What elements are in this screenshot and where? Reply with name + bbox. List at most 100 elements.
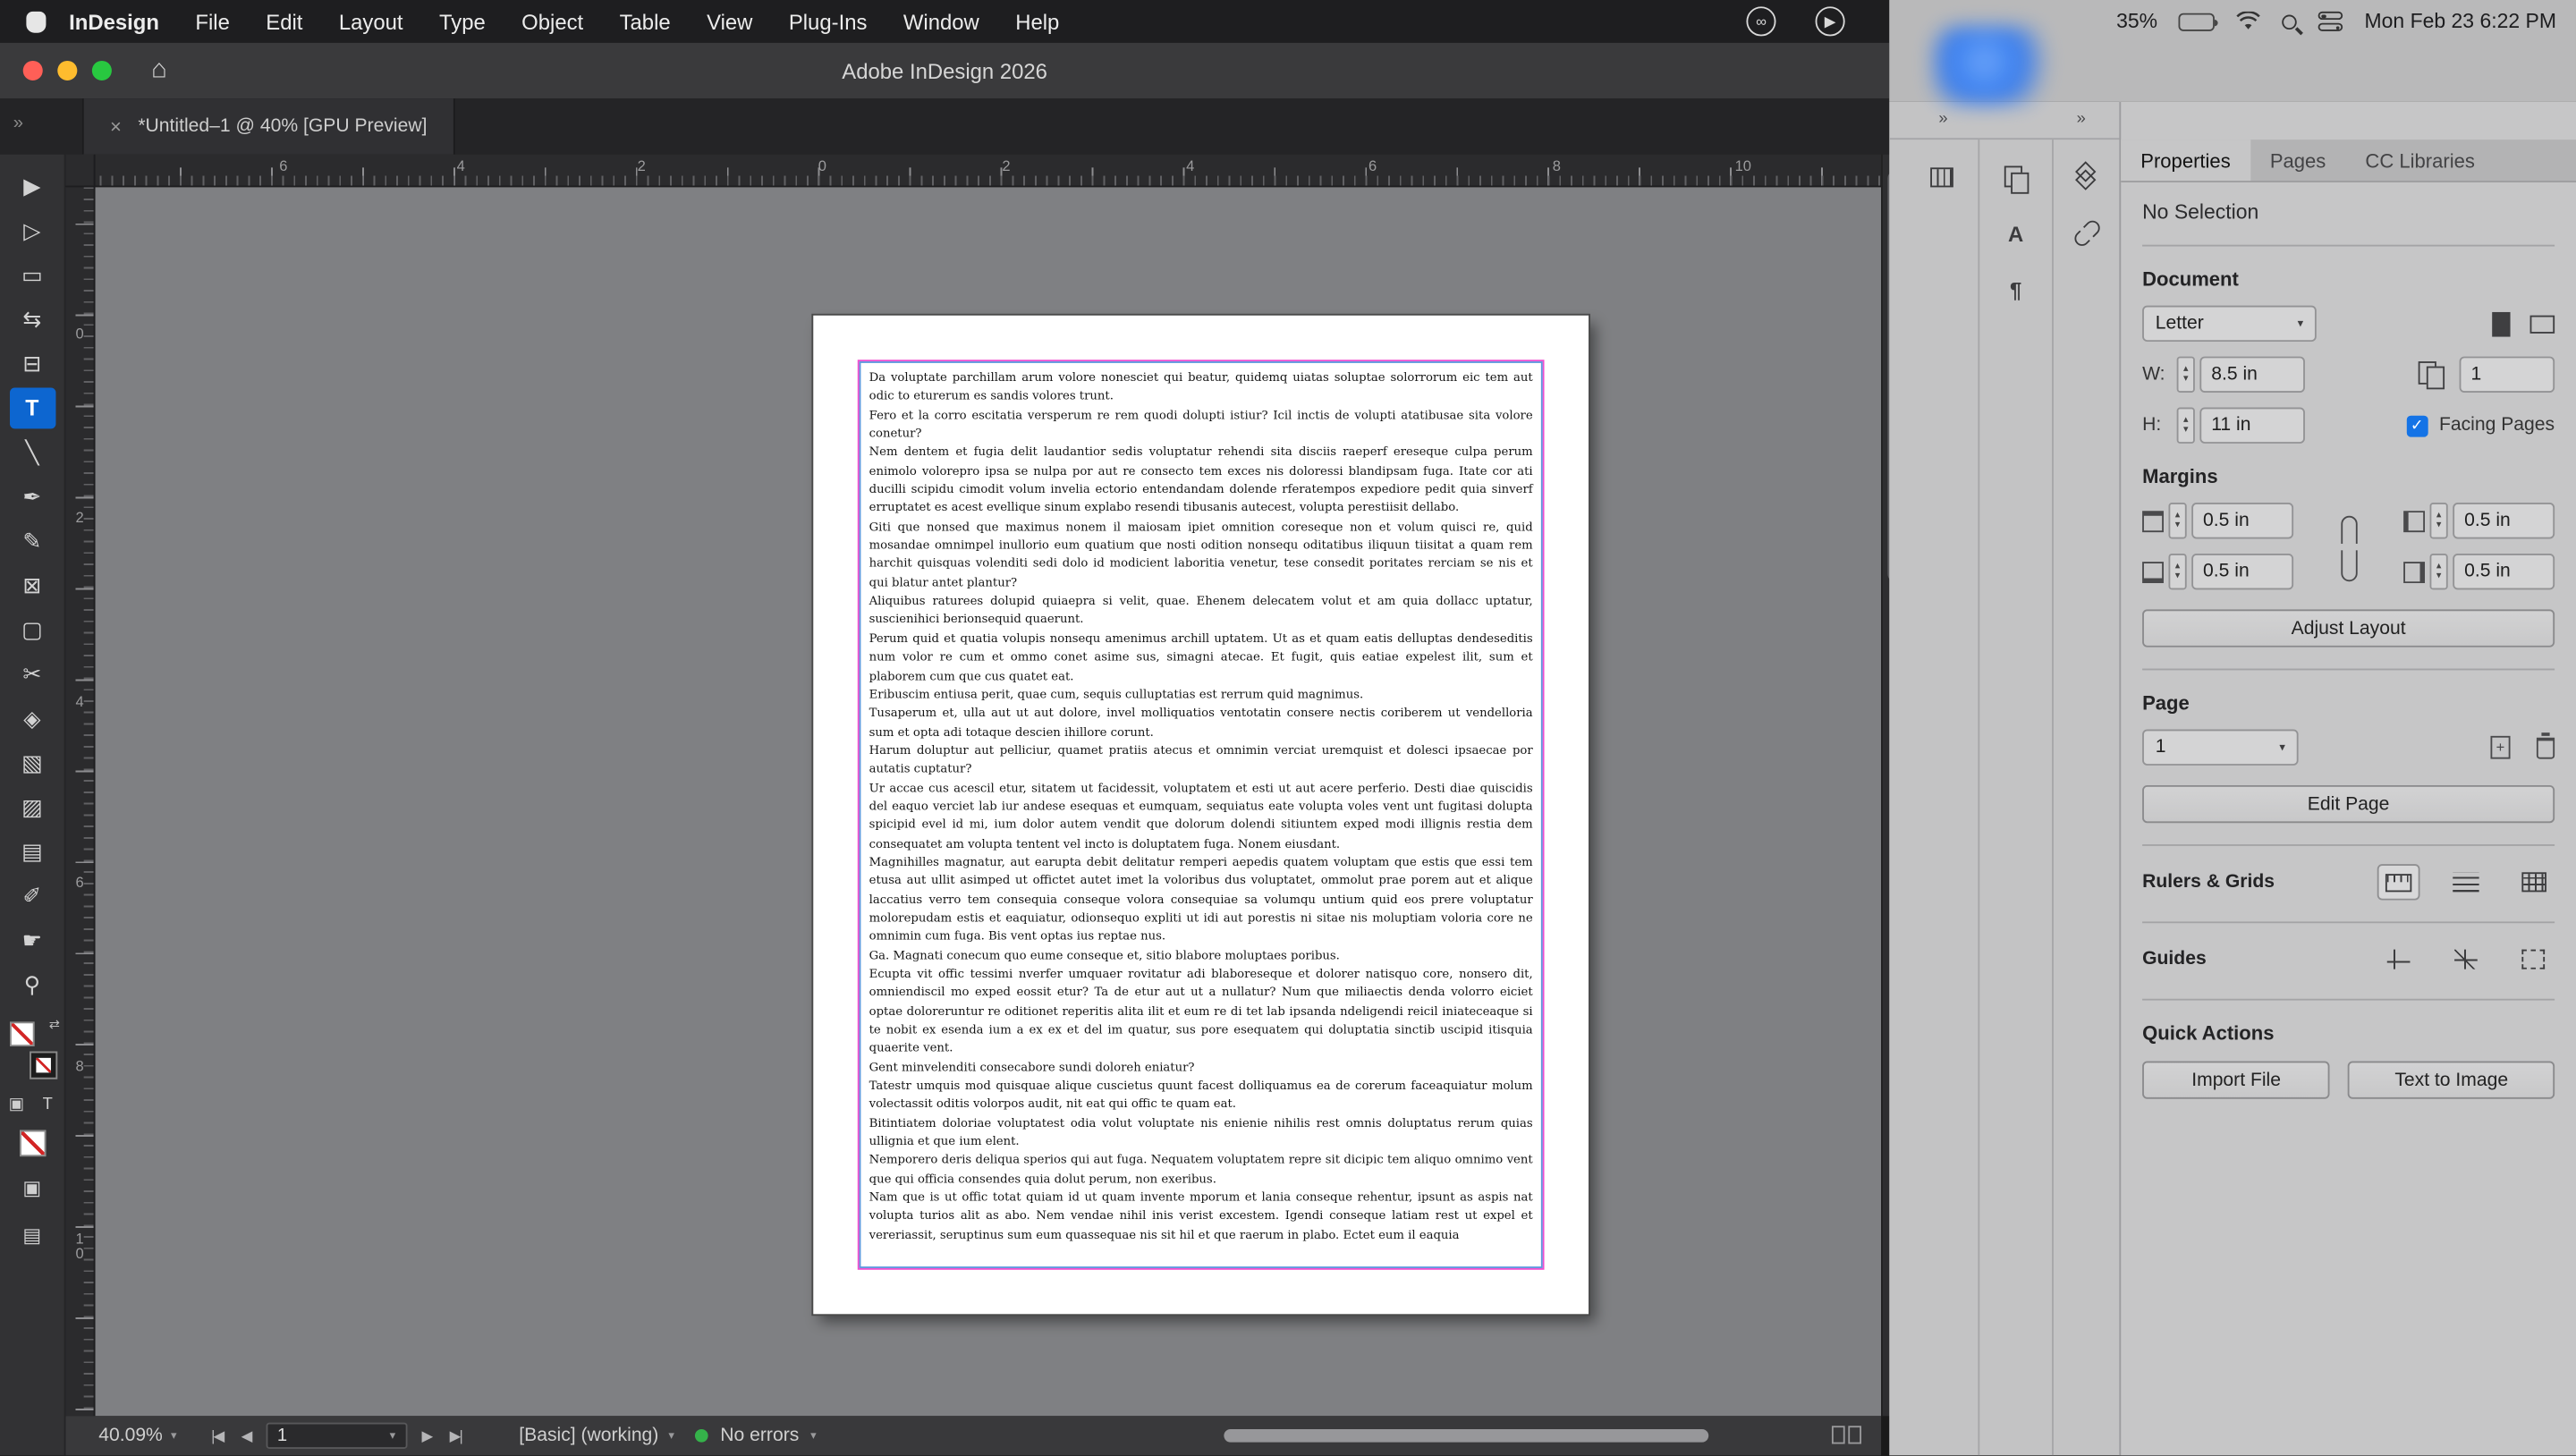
- margin-right-input[interactable]: 0.5 in: [2453, 553, 2555, 590]
- edit-page-button[interactable]: Edit Page: [2142, 784, 2555, 824]
- pen-tool[interactable]: ✒: [9, 477, 55, 518]
- screen-mode-button[interactable]: ▣: [14, 1172, 50, 1205]
- first-page-button[interactable]: |◀: [211, 1426, 225, 1444]
- selection-tool[interactable]: ▶: [9, 166, 55, 207]
- height-stepper[interactable]: ▴ ▾: [2176, 407, 2195, 444]
- margin-left-input[interactable]: 0.5 in: [2453, 503, 2555, 539]
- menu-layout[interactable]: Layout: [321, 9, 421, 34]
- eyedropper-tool[interactable]: ✐: [9, 876, 55, 917]
- direct-selection-tool[interactable]: ▷: [9, 210, 55, 251]
- home-icon[interactable]: ⌂: [151, 55, 167, 85]
- width-input[interactable]: 8.5 in: [2199, 356, 2305, 393]
- margin-bottom-stepper[interactable]: ▴ ▾: [2168, 553, 2187, 590]
- stroke-color-proxy[interactable]: [29, 1051, 57, 1079]
- page-tool[interactable]: ▭: [9, 255, 55, 296]
- zoom-level-control[interactable]: 40.09% ▾: [98, 1426, 176, 1445]
- menu-help[interactable]: Help: [997, 9, 1078, 34]
- menu-edit[interactable]: Edit: [248, 9, 321, 34]
- add-page-button[interactable]: [2490, 735, 2511, 759]
- guides-toggle-button[interactable]: [2377, 941, 2420, 977]
- pages-panel-icon[interactable]: [1999, 163, 2032, 193]
- pencil-tool[interactable]: ✎: [9, 521, 55, 562]
- menu-table[interactable]: Table: [601, 9, 688, 34]
- content-collector-tool[interactable]: ⊟: [9, 343, 55, 385]
- close-window-button[interactable]: [22, 60, 43, 80]
- play-status-icon[interactable]: ▶: [1815, 6, 1845, 37]
- apply-none-button[interactable]: [19, 1130, 46, 1157]
- hand-tool[interactable]: ☛: [9, 920, 55, 961]
- panel-tab-pages[interactable]: Pages: [2250, 140, 2346, 181]
- zoom-window-button[interactable]: [91, 60, 112, 80]
- errors-chevron-icon[interactable]: ▾: [810, 1429, 816, 1443]
- link-margins-icon[interactable]: [2337, 515, 2361, 582]
- character-styles-panel-icon[interactable]: A: [1999, 218, 2032, 248]
- delete-page-button[interactable]: [2536, 732, 2555, 758]
- formatting-affects-text-button[interactable]: T: [36, 1092, 59, 1115]
- adjust-layout-button[interactable]: Adjust Layout: [2142, 609, 2555, 648]
- portrait-orientation-button[interactable]: [2492, 311, 2511, 336]
- page-number-field[interactable]: 1 ▾: [266, 1422, 407, 1449]
- pasteboard[interactable]: Da voluptate parchillam arum volore none…: [95, 187, 1882, 1417]
- tab-overflow-chevron-icon[interactable]: »: [13, 114, 23, 133]
- horizontal-scrollbar-thumb[interactable]: [1224, 1428, 1709, 1443]
- horizontal-ruler[interactable]: 6 4 2 0 2 4 6 8 10: [65, 154, 1882, 188]
- collapse-dock2-chevron-icon[interactable]: »: [2077, 110, 2086, 128]
- landscape-orientation-button[interactable]: [2529, 314, 2555, 333]
- preflight-profile-control[interactable]: [Basic] (working) ▾: [519, 1426, 674, 1445]
- creative-cloud-icon[interactable]: ∞: [1746, 6, 1776, 37]
- last-page-button[interactable]: ▶|: [450, 1426, 463, 1444]
- text-frame[interactable]: Da voluptate parchillam arum volore none…: [860, 363, 1540, 1249]
- width-stepper[interactable]: ▴ ▾: [2176, 356, 2195, 393]
- lock-guides-button[interactable]: [2512, 941, 2555, 977]
- links-panel-icon[interactable]: [2070, 217, 2103, 250]
- page-size-select[interactable]: Letter ▾: [2142, 305, 2317, 343]
- gradient-feather-tool[interactable]: ▨: [9, 787, 55, 828]
- menu-type[interactable]: Type: [421, 9, 504, 34]
- smart-guides-toggle-button[interactable]: [2445, 941, 2487, 977]
- menu-indesign[interactable]: InDesign: [69, 9, 177, 34]
- apple-logo-icon[interactable]: [26, 10, 47, 32]
- swap-fill-stroke-icon[interactable]: ⇄: [49, 1017, 60, 1032]
- minimize-window-button[interactable]: [57, 60, 78, 80]
- vertical-ruler[interactable]: 0 2 4 6 8 1 0: [65, 187, 96, 1417]
- text-frame-border[interactable]: Da voluptate parchillam arum volore none…: [859, 361, 1543, 1268]
- rectangle-frame-tool[interactable]: ⊠: [9, 565, 55, 606]
- control-center-icon[interactable]: [2318, 11, 2343, 31]
- menu-object[interactable]: Object: [504, 9, 601, 34]
- margin-top-input[interactable]: 0.5 in: [2191, 503, 2294, 539]
- spread-view-icon[interactable]: [1831, 1426, 1862, 1444]
- import-file-button[interactable]: Import File: [2142, 1061, 2331, 1099]
- text-to-image-button[interactable]: Text to Image: [2348, 1061, 2555, 1099]
- margin-left-stepper[interactable]: ▴ ▾: [2429, 503, 2448, 539]
- panel-tab-properties[interactable]: Properties: [2121, 140, 2250, 182]
- rulers-toggle-button[interactable]: [2377, 864, 2420, 901]
- view-options-button[interactable]: ▤: [14, 1219, 50, 1252]
- previous-page-button[interactable]: ◀: [242, 1426, 253, 1444]
- ruler-origin-corner[interactable]: [65, 154, 96, 188]
- fill-stroke-proxies[interactable]: ⇄: [9, 1017, 60, 1079]
- line-tool[interactable]: ╲: [9, 432, 55, 473]
- document-tab[interactable]: × *Untitled–1 @ 40% [GPU Preview]: [81, 98, 455, 155]
- search-icon[interactable]: [2282, 13, 2298, 30]
- free-transform-tool[interactable]: ◈: [9, 698, 55, 740]
- formatting-affects-container-button[interactable]: ▣: [5, 1092, 29, 1115]
- menu-plug-ins[interactable]: Plug-Ins: [771, 9, 886, 34]
- height-input[interactable]: 11 in: [2199, 407, 2305, 444]
- fill-color-proxy[interactable]: [9, 1021, 34, 1046]
- pages-count-input[interactable]: 1: [2459, 356, 2555, 393]
- zoom-tool[interactable]: ⚲: [9, 964, 55, 1005]
- baseline-grid-toggle-button[interactable]: [2445, 864, 2487, 900]
- scissors-tool[interactable]: ✂: [9, 654, 55, 695]
- page-select[interactable]: 1 ▾: [2142, 729, 2299, 766]
- gradient-swatch-tool[interactable]: ▧: [9, 742, 55, 783]
- collapse-dock-chevron-icon[interactable]: »: [1938, 110, 1947, 128]
- margin-bottom-input[interactable]: 0.5 in: [2191, 553, 2294, 590]
- adjust-layout-panel-icon[interactable]: [1926, 163, 1959, 192]
- layers-panel-icon[interactable]: [2070, 161, 2103, 192]
- close-tab-icon[interactable]: ×: [110, 115, 122, 139]
- note-tool[interactable]: ▤: [9, 831, 55, 872]
- rectangle-tool[interactable]: ▢: [9, 609, 55, 650]
- menu-window[interactable]: Window: [886, 9, 997, 34]
- menu-file[interactable]: File: [177, 9, 248, 34]
- facing-pages-checkbox[interactable]: ✓: [2406, 414, 2428, 436]
